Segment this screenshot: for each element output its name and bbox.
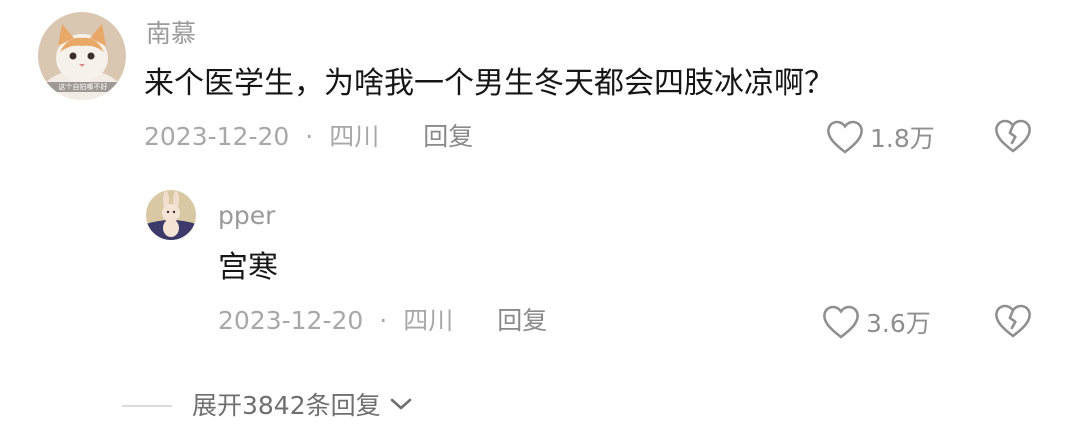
reply-location: 四川 xyxy=(403,306,454,335)
broken-heart-icon xyxy=(994,119,1032,158)
dislike-button[interactable] xyxy=(994,118,1032,156)
comment-meta: 2023-12-20 · 四川 回复 xyxy=(144,120,473,154)
heart-icon xyxy=(822,304,860,340)
comment-username[interactable]: 南慕 xyxy=(146,18,196,50)
bunny-avatar-image xyxy=(146,190,196,240)
like-count: 3.6万 xyxy=(866,309,931,338)
reply-avatar[interactable] xyxy=(146,190,196,240)
reply-button[interactable]: 回复 xyxy=(423,120,473,154)
comment-date: 2023-12-20 xyxy=(144,122,290,151)
chevron-down-icon[interactable] xyxy=(389,396,413,416)
comment-text: 来个医学生，为啥我一个男生冬天都会四肢冰凉啊？ xyxy=(144,66,834,101)
divider-line xyxy=(122,405,172,407)
reply-dislike-button[interactable] xyxy=(994,303,1032,341)
meta-separator: · xyxy=(379,306,388,335)
expand-replies-label[interactable]: 展开3842条回复 xyxy=(192,389,381,423)
heart-icon xyxy=(826,119,864,155)
reply-date: 2023-12-20 xyxy=(218,306,364,335)
like-count: 1.8万 xyxy=(870,124,935,153)
reply-reply-button[interactable]: 回复 xyxy=(497,304,547,338)
reply-like-button[interactable]: 3.6万 xyxy=(822,303,931,341)
broken-heart-icon xyxy=(994,304,1032,343)
comment-location: 四川 xyxy=(329,122,380,151)
avatar-caption: 这个自拍哪不好 xyxy=(58,83,108,91)
reply-meta: 2023-12-20 · 四川 回复 xyxy=(218,304,547,338)
comment-like-button[interactable]: 1.8万 xyxy=(826,118,935,156)
reply-text: 宫寒 xyxy=(218,250,278,285)
avatar[interactable]: 这个自拍哪不好 xyxy=(38,12,126,100)
meta-separator: · xyxy=(305,122,314,151)
reply-username[interactable]: pper xyxy=(218,200,275,232)
expand-replies-row[interactable]: 展开3842条回复 xyxy=(122,388,413,424)
